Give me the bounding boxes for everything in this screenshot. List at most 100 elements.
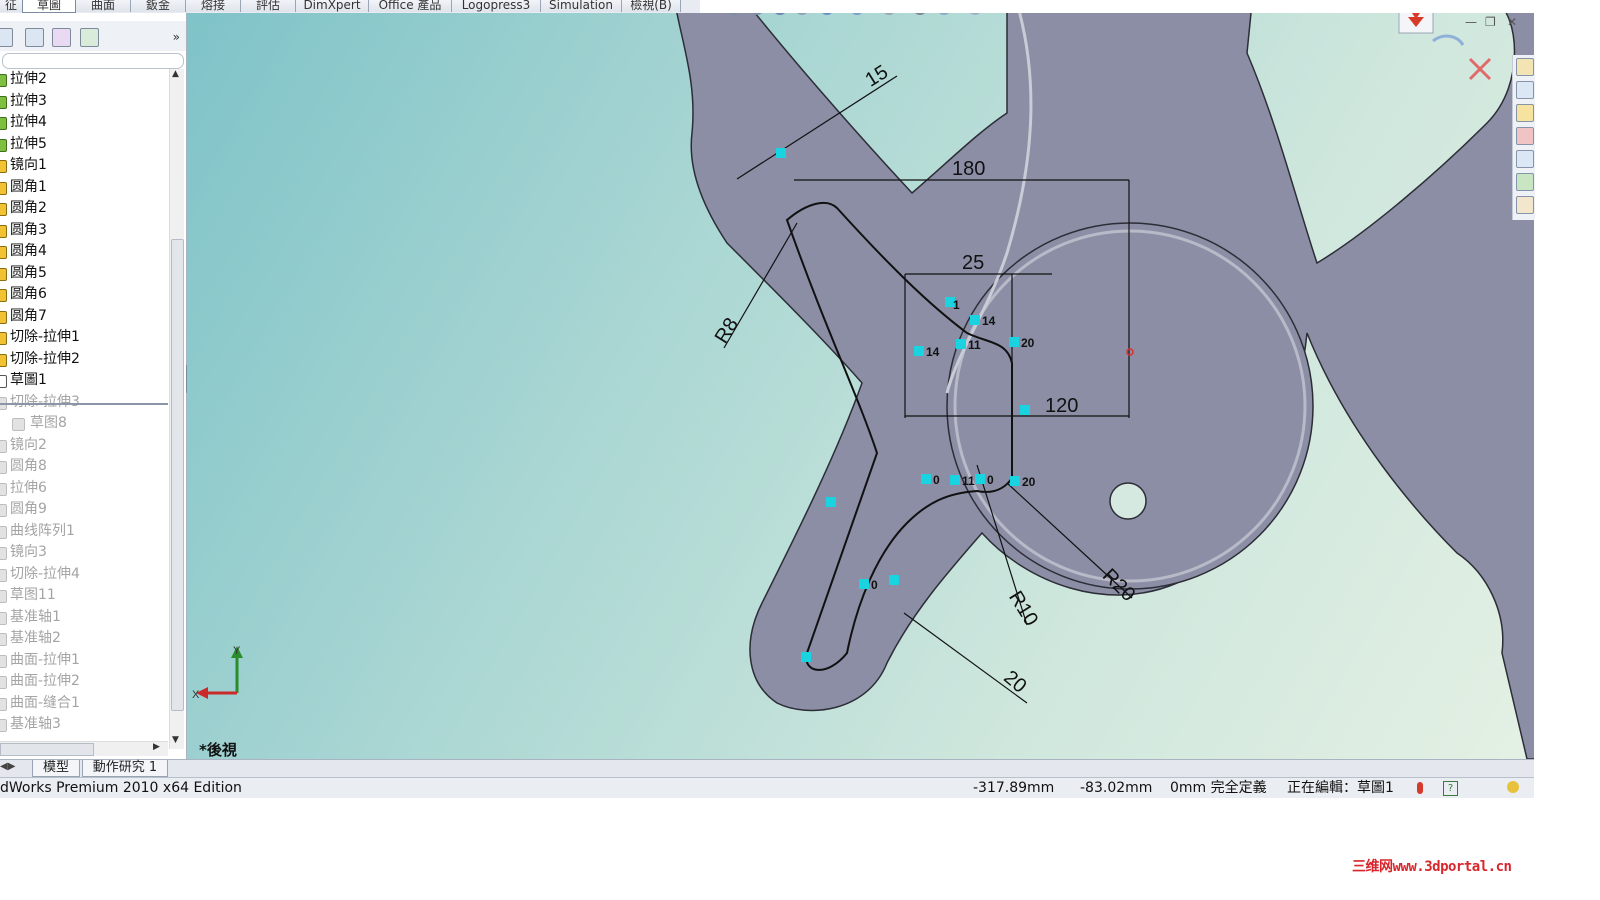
tree-item[interactable]: 镜向3 [0,542,168,563]
configuration-manager-icon[interactable] [52,28,71,47]
tab-features[interactable]: 征 [0,0,23,12]
edit-appearance-icon[interactable] [913,13,927,15]
feature-tree-filter[interactable] [2,53,184,69]
relation-icon[interactable] [859,579,869,589]
file-explorer-icon[interactable] [1516,104,1534,122]
dimension-label[interactable]: R8 [711,314,743,347]
view-settings-icon[interactable] [968,13,982,15]
quick-tips-icon[interactable] [1507,781,1519,793]
tree-item[interactable]: 拉伸4 [0,112,168,133]
relation-icon[interactable] [975,474,985,484]
custom-properties-icon[interactable] [1516,196,1534,214]
tab-office-products[interactable]: Office 產品 [369,0,452,12]
close-icon[interactable]: ✕ [1507,15,1517,29]
tab-simulation[interactable]: Simulation [541,0,622,12]
tree-item[interactable]: 基准轴1 [0,607,168,628]
tree-item[interactable]: 切除-拉伸2 [0,349,168,370]
tree-item[interactable]: 基准轴3 [0,714,168,735]
relation-icon[interactable] [914,346,924,356]
dimension-label[interactable]: 180 [952,158,985,180]
feature-manager-tree-icon[interactable] [0,28,13,47]
dimension-label[interactable]: 120 [1045,395,1078,417]
rebuild-indicator-icon[interactable] [1417,782,1423,794]
relation-icon[interactable] [826,497,836,507]
relation-icon[interactable] [970,315,980,325]
tree-vertical-scrollbar[interactable]: ▲ ▼ [169,69,184,749]
tab-motion-study-1[interactable]: 動作研究 1 [82,760,168,777]
relation-icon[interactable] [801,652,811,662]
relation-icon[interactable] [1020,405,1030,415]
tree-item[interactable]: 镜向1 [0,155,168,176]
tree-item[interactable]: 切除-拉伸1 [0,327,168,348]
tab-sheet-metal[interactable]: 鈑金 [131,0,186,12]
tree-item[interactable]: 曲线阵列1 [0,521,168,542]
tab-sketch[interactable]: 草圖 [22,0,76,13]
tab-surfaces[interactable]: 曲面 [76,0,131,12]
tree-item[interactable]: 曲面-拉伸2 [0,671,168,692]
relation-icon[interactable] [776,148,786,158]
through-hole[interactable] [1109,482,1147,520]
minimize-icon[interactable]: — [1465,15,1477,29]
property-manager-icon[interactable] [25,28,44,47]
tree-item[interactable]: 圆角2 [0,198,168,219]
tree-item[interactable]: 草圖1 [0,370,168,391]
tree-item[interactable]: 曲面-缝合1 [0,693,168,714]
model-viewport[interactable]: 15 180 25 120 R8 R10 R20 20 14 14 11 20 … [187,13,1534,759]
tree-scroll-thumb[interactable] [171,239,184,711]
relation-icon[interactable] [1010,476,1020,486]
tree-item[interactable]: 圆角1 [0,177,168,198]
search-icon[interactable] [1516,127,1534,145]
dimension-label[interactable]: 20 [999,666,1030,697]
tree-item[interactable]: 圆角5 [0,263,168,284]
tab-view[interactable]: 檢視(B) [622,0,681,12]
relation-icon[interactable] [921,474,931,484]
apply-scene-icon[interactable] [937,13,951,15]
cancel-sketch-icon[interactable] [1468,57,1492,81]
restore-icon[interactable]: ❐ [1485,15,1496,29]
tree-item[interactable]: 圆角3 [0,220,168,241]
graphics-area[interactable]: 15 180 25 120 R8 R10 R20 20 14 14 11 20 … [187,13,1534,759]
dimension-label[interactable]: R10 [1004,587,1042,630]
tab-dimxpert[interactable]: DimXpert [296,0,369,12]
relation-icon[interactable] [950,475,960,485]
display-manager-icon[interactable] [80,28,99,47]
tree-item[interactable]: 拉伸6 [0,478,168,499]
view-palette-icon[interactable] [1516,150,1534,168]
tree-horizontal-scrollbar[interactable]: ▶ [0,741,168,756]
tab-weldments[interactable]: 熔接 [186,0,241,12]
tree-item[interactable]: 圆角6 [0,284,168,305]
solidworks-resources-icon[interactable] [1516,58,1534,76]
rollback-bar[interactable] [0,403,168,405]
appearances-icon[interactable] [1516,173,1534,191]
tree-item[interactable]: 拉伸3 [0,91,168,112]
relation-icon[interactable] [889,575,899,585]
dimension-label[interactable]: 25 [962,252,984,274]
tab-model[interactable]: 模型 [32,760,80,777]
tree-item[interactable]: 基准轴2 [0,628,168,649]
round-boss[interactable] [946,222,1314,590]
tree-item[interactable]: 曲面-拉伸1 [0,650,168,671]
tree-item[interactable]: 切除-拉伸4 [0,564,168,585]
display-style-icon[interactable] [850,13,864,15]
tree-item[interactable]: 切除-拉伸3 [0,392,168,413]
more-tabs-icon[interactable]: » [173,30,180,44]
view-orientation-icon[interactable] [820,13,834,15]
tab-scroll-arrows-icon[interactable]: ◀▶ [0,761,15,772]
section-view-icon[interactable] [795,13,809,15]
scroll-down-icon[interactable]: ▼ [172,735,179,745]
rebuild-sketch-icon[interactable] [1432,34,1465,46]
scroll-right-icon[interactable]: ▶ [153,742,160,752]
scroll-up-icon[interactable]: ▲ [172,69,179,79]
tree-item[interactable]: 圆角4 [0,241,168,262]
tab-logopress3[interactable]: Logopress3 [452,0,541,12]
tree-item[interactable]: 草图11 [0,585,168,606]
tree-item[interactable]: 圆角9 [0,499,168,520]
relation-icon[interactable] [956,339,966,349]
tree-item[interactable]: 拉伸2 [0,69,168,90]
dimension-label[interactable]: 15 [862,61,893,91]
relation-icon[interactable] [1009,337,1019,347]
previous-view-icon[interactable] [773,13,787,15]
tree-item[interactable]: 圆角8 [0,456,168,477]
hide-show-items-icon[interactable] [882,13,896,15]
tree-item[interactable]: 拉伸5 [0,134,168,155]
